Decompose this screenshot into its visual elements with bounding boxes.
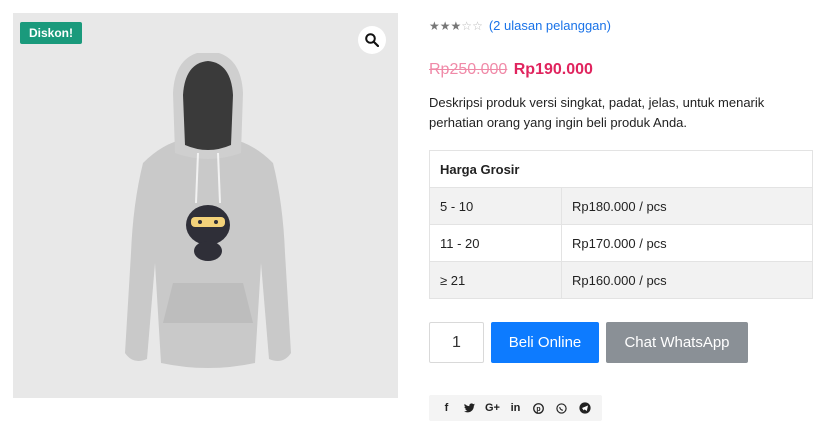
- unit-price: Rp180.000 / pcs: [561, 187, 813, 225]
- pinterest-icon[interactable]: p: [527, 402, 550, 414]
- star-rating: ★★★☆☆: [429, 19, 483, 33]
- qty-range: ≥ 21: [429, 261, 562, 299]
- product-image[interactable]: [103, 53, 313, 383]
- star-icon: ★: [450, 18, 462, 33]
- twitter-icon[interactable]: [458, 403, 481, 413]
- whatsapp-icon[interactable]: [550, 402, 573, 414]
- star-icon: ☆: [472, 18, 483, 33]
- reviews-link[interactable]: (2 ulasan pelanggan): [489, 18, 611, 33]
- svg-text:p: p: [536, 405, 540, 412]
- star-icon: ★: [429, 18, 440, 33]
- search-icon: [365, 33, 379, 47]
- sale-badge: Diskon!: [20, 22, 83, 44]
- google-plus-icon[interactable]: G+: [481, 402, 504, 414]
- zoom-button[interactable]: [358, 26, 386, 54]
- wholesale-header: Harga Grosir: [429, 150, 813, 188]
- star-icon: ★: [439, 18, 451, 33]
- table-row: ≥ 21 Rp160.000 / pcs: [429, 261, 813, 299]
- table-row: 11 - 20 Rp170.000 / pcs: [429, 224, 813, 262]
- table-row: 5 - 10 Rp180.000 / pcs: [429, 187, 813, 225]
- unit-price: Rp160.000 / pcs: [561, 261, 813, 299]
- regular-price: Rp250.000: [429, 61, 508, 78]
- quantity-input[interactable]: [429, 322, 484, 363]
- unit-price: Rp170.000 / pcs: [561, 224, 813, 262]
- product-gallery: Diskon!: [13, 13, 398, 398]
- qty-range: 5 - 10: [429, 187, 562, 225]
- linkedin-icon[interactable]: in: [504, 402, 527, 414]
- qty-range: 11 - 20: [429, 224, 562, 262]
- product-price: Rp250.000 Rp190.000: [429, 61, 593, 79]
- sale-price: Rp190.000: [513, 61, 593, 78]
- facebook-icon[interactable]: f: [435, 402, 458, 414]
- short-description: Deskripsi produk versi singkat, padat, j…: [429, 95, 765, 130]
- star-icon: ☆: [461, 18, 473, 33]
- product-rating: ★★★☆☆ (2 ulasan pelanggan): [429, 18, 611, 33]
- chat-whatsapp-button[interactable]: Chat WhatsApp: [606, 322, 748, 363]
- share-bar: f G+ in p: [429, 395, 602, 421]
- wholesale-price-table: Harga Grosir 5 - 10 Rp180.000 / pcs 11 -…: [429, 150, 813, 299]
- telegram-icon[interactable]: [573, 402, 596, 414]
- buy-online-button[interactable]: Beli Online: [491, 322, 599, 363]
